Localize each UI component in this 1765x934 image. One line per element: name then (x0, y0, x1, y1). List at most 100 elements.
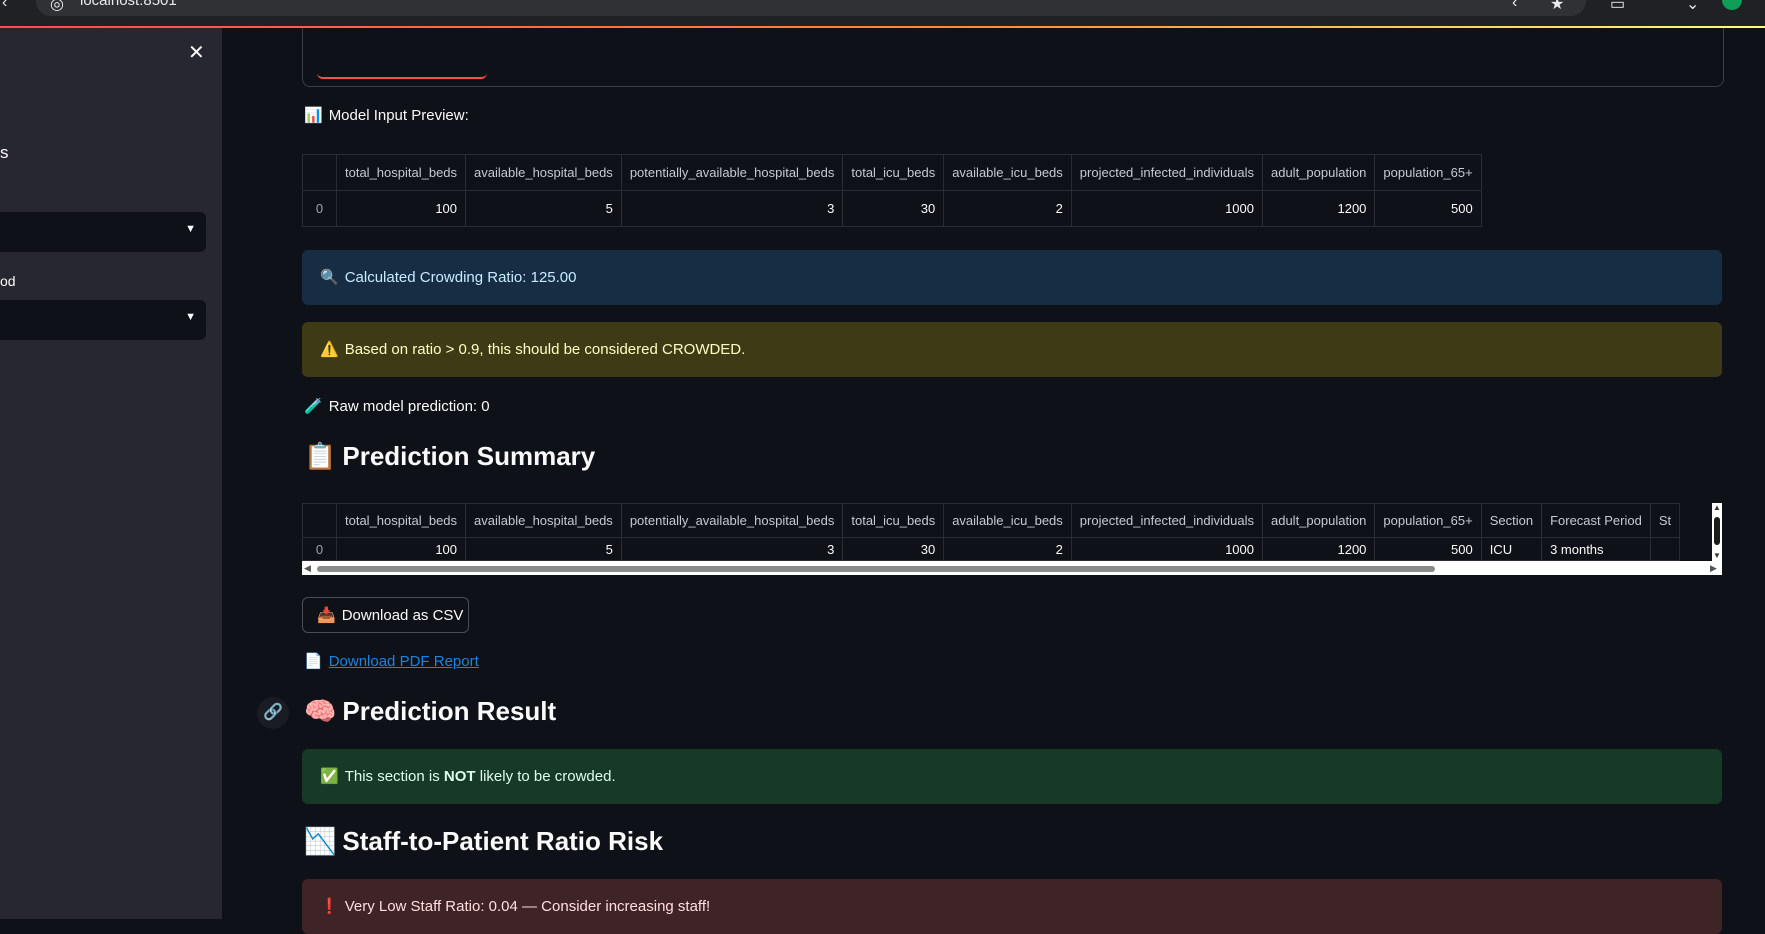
table-header-row: total_hospital_beds available_hospital_b… (302, 154, 1482, 191)
raw-prediction-line: 🧪 Raw model prediction: 0 (304, 397, 490, 415)
table-cell[interactable]: 2 (943, 190, 1072, 227)
submit-button[interactable] (317, 68, 487, 79)
sidebar: ✕ s ▼ od ▼ (0, 28, 222, 919)
profile-avatar[interactable] (1722, 0, 1742, 10)
column-header[interactable]: projected_infected_individuals (1070, 503, 1263, 538)
not-emphasis: NOT (443, 768, 476, 785)
table-cell[interactable]: ICU (1480, 537, 1543, 561)
table-cell[interactable]: 1000 (1070, 537, 1263, 561)
download-csv-button[interactable]: 📥 Download as CSV (302, 597, 469, 633)
tab-icon[interactable]: ▭ (1610, 0, 1625, 14)
table-cell[interactable]: 30 (842, 537, 945, 561)
table-header-row: total_hospital_beds available_hospital_b… (302, 503, 1681, 538)
column-header[interactable]: total_hospital_beds (335, 154, 467, 191)
chevron-down-icon: ▼ (185, 311, 196, 323)
column-header[interactable]: projected_infected_individuals (1070, 154, 1263, 191)
row-index: 0 (302, 537, 337, 561)
sidebar-heading-fragment: s (0, 143, 9, 162)
column-header[interactable]: adult_population (1261, 503, 1376, 538)
prediction-summary-heading: 📋 Prediction Summary (304, 441, 596, 471)
column-header[interactable]: St (1649, 503, 1681, 538)
scroll-right-arrow-icon[interactable]: ▶ (1710, 563, 1717, 574)
section-select[interactable]: ▼ (0, 212, 206, 252)
staff-ratio-heading: 📉 Staff-to-Patient Ratio Risk (304, 826, 664, 856)
table-cell[interactable]: 1200 (1261, 537, 1376, 561)
menu-chevron-icon[interactable]: ⌄ (1686, 0, 1699, 14)
column-header[interactable]: available_hospital_beds (465, 503, 622, 538)
index-header (302, 503, 337, 538)
scroll-left-arrow-icon[interactable]: ◀ (304, 563, 311, 574)
forecast-period-select[interactable]: ▼ (0, 300, 206, 340)
column-header[interactable]: potentially_available_hospital_beds (620, 503, 844, 538)
column-header[interactable]: adult_population (1261, 154, 1376, 191)
main-content: 📊 Model Input Preview: total_hospital_bed… (222, 28, 1765, 934)
column-header[interactable]: available_icu_beds (943, 503, 1072, 538)
chevron-down-icon: ▼ (185, 223, 196, 235)
scroll-up-arrow-icon[interactable]: ▲ (1713, 503, 1721, 512)
table-cell[interactable]: 100 (335, 190, 467, 227)
share-icon[interactable]: ‹ (1512, 0, 1517, 12)
crowding-ratio-info: 🔍 Calculated Crowding Ratio: 125.00 (302, 250, 1722, 305)
horizontal-scrollbar[interactable]: ◀ ▶ (302, 563, 1722, 575)
scrollbar-thumb[interactable] (1714, 517, 1720, 545)
input-dataframe[interactable]: total_hospital_beds available_hospital_b… (302, 154, 1482, 227)
check-icon: ✅ (320, 768, 339, 785)
column-header[interactable]: available_hospital_beds (465, 154, 622, 191)
download-pdf-link[interactable]: 📄 Download PDF Report (304, 652, 479, 670)
column-header[interactable]: Section (1480, 503, 1543, 538)
table-cell[interactable] (1649, 537, 1681, 561)
form-container (302, 28, 1724, 87)
table-cell[interactable]: 2 (943, 537, 1072, 561)
link-anchor-icon[interactable]: 🔗 (257, 697, 289, 729)
table-row: 0 100 5 3 30 2 1000 1200 500 ICU 3 month… (302, 537, 1681, 561)
column-header[interactable]: population_65+ (1374, 154, 1482, 191)
staff-ratio-error: ❗ Very Low Staff Ratio: 0.04 — Consider i… (302, 879, 1722, 934)
table-cell[interactable]: 3 months (1541, 537, 1651, 561)
brain-icon: 🧠 (304, 696, 337, 726)
forecast-period-label-fragment: od (0, 273, 16, 289)
bookmark-star-icon[interactable]: ★ (1550, 0, 1564, 14)
table-cell[interactable]: 100 (335, 537, 467, 561)
back-icon[interactable]: ‹ (2, 0, 7, 12)
browser-toolbar: ‹ ◎ localhost:8501 ‹ ★ ▭ ⌄ (0, 0, 1765, 26)
column-header[interactable]: total_icu_beds (842, 154, 945, 191)
test-tube-icon: 🧪 (304, 398, 323, 415)
crowded-warning-text: Based on ratio > 0.9, this should be con… (344, 341, 746, 358)
site-info-icon[interactable]: ◎ (50, 0, 64, 14)
table-cell[interactable]: 30 (842, 190, 945, 227)
prediction-result-heading: 🧠 Prediction Result (304, 696, 557, 726)
warning-icon: ⚠️ (320, 341, 339, 358)
crowding-ratio-text: Calculated Crowding Ratio: 125.00 (344, 269, 577, 286)
column-header[interactable]: available_icu_beds (943, 154, 1072, 191)
address-bar[interactable] (36, 0, 1586, 16)
column-header[interactable]: Forecast Period (1541, 503, 1651, 538)
raw-prediction-text: Raw model prediction: 0 (328, 398, 490, 415)
column-header[interactable]: potentially_available_hospital_beds (620, 154, 844, 191)
inbox-tray-icon: 📥 (317, 607, 336, 624)
table-cell[interactable]: 500 (1374, 537, 1482, 561)
table-cell[interactable]: 3 (620, 537, 844, 561)
document-icon: 📄 (304, 653, 323, 670)
table-cell[interactable]: 3 (620, 190, 844, 227)
column-header[interactable]: total_icu_beds (842, 503, 945, 538)
summary-dataframe[interactable]: total_hospital_beds available_hospital_b… (302, 503, 1722, 575)
chart-decreasing-icon: 📉 (304, 826, 337, 856)
exclamation-icon: ❗ (320, 898, 339, 915)
table-cell[interactable]: 1000 (1070, 190, 1263, 227)
scrollbar-thumb[interactable] (317, 566, 1435, 572)
table-cell[interactable]: 1200 (1261, 190, 1376, 227)
vertical-scrollbar[interactable]: ▲ ▼ (1712, 503, 1722, 561)
magnifier-icon: 🔍 (320, 269, 339, 286)
summary-table[interactable]: total_hospital_beds available_hospital_b… (302, 503, 1681, 561)
bar-chart-icon: 📊 (304, 107, 323, 124)
table-cell[interactable]: 500 (1374, 190, 1482, 227)
column-header[interactable]: total_hospital_beds (335, 503, 467, 538)
close-icon[interactable]: ✕ (188, 40, 205, 65)
table-cell[interactable]: 5 (465, 190, 622, 227)
row-index: 0 (302, 190, 337, 227)
scroll-down-arrow-icon[interactable]: ▼ (1713, 551, 1721, 560)
column-header[interactable]: population_65+ (1374, 503, 1482, 538)
index-header (302, 154, 337, 191)
url-text[interactable]: localhost:8501 (80, 0, 177, 9)
table-cell[interactable]: 5 (465, 537, 622, 561)
